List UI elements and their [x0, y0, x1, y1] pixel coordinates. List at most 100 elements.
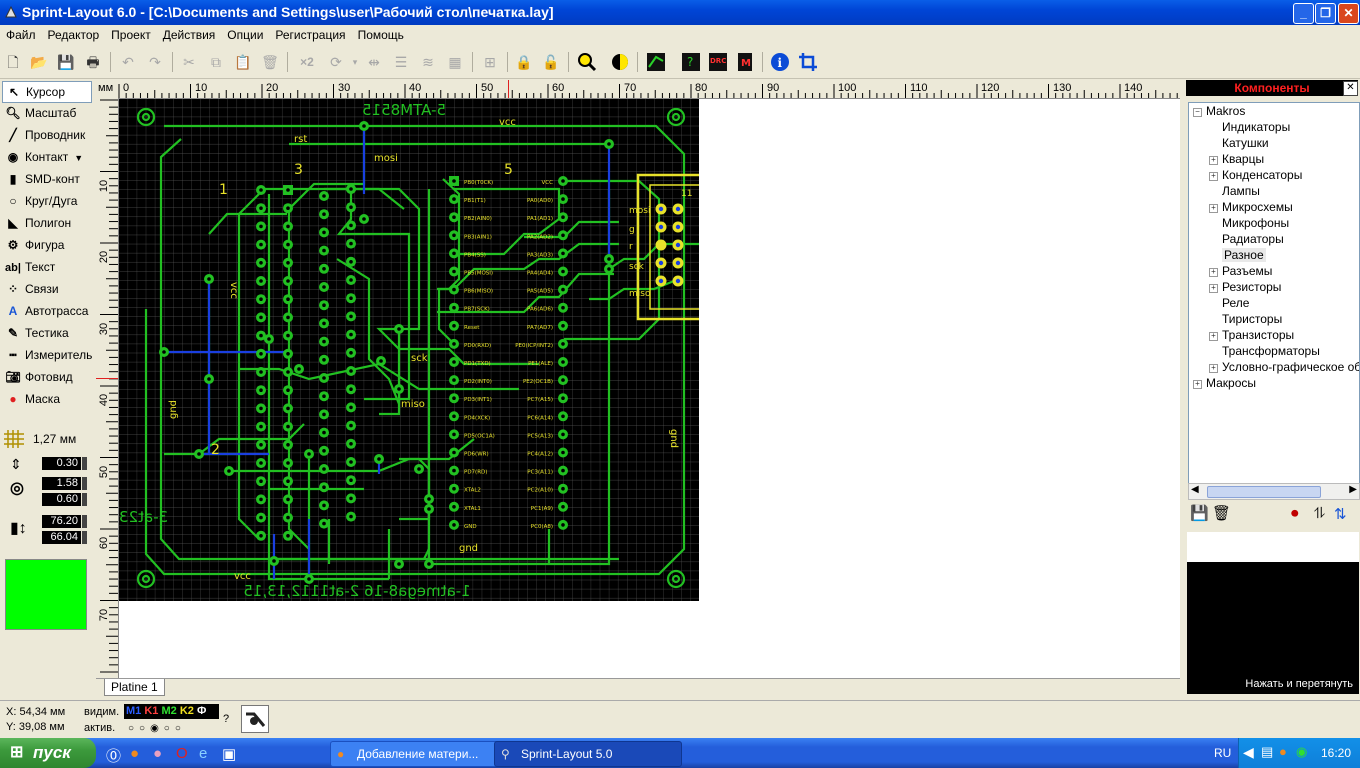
tree-expander-icon[interactable]: + — [1209, 204, 1218, 213]
tool-cursor[interactable]: ↖ Курсор — [2, 81, 92, 103]
grid-size-label[interactable]: 1,27 мм — [33, 432, 76, 446]
tool-mask[interactable]: ● Маска — [2, 389, 90, 409]
tray-arrow-icon[interactable]: ◀ — [1243, 744, 1254, 761]
tray-network-icon[interactable]: ▤ — [1261, 744, 1273, 760]
open-folder-icon[interactable]: 📂 — [29, 52, 49, 72]
macro-preview[interactable]: Нажать и перетянуть — [1187, 562, 1359, 694]
tool-test[interactable]: ✎ Тестика — [2, 323, 90, 343]
quicklaunch-desktop-icon[interactable]: ▣ — [222, 745, 236, 763]
close-button[interactable]: ✕ — [1338, 3, 1359, 24]
tree-item[interactable]: Радиаторы — [1189, 231, 1359, 247]
title-bar[interactable]: Sprint-Layout 6.0 - [C:\Documents and Se… — [0, 0, 1360, 25]
help-mark[interactable]: ? — [223, 713, 229, 725]
tool-polygon[interactable]: ◣ Полигон — [2, 213, 90, 233]
transparency-icon[interactable] — [610, 52, 630, 72]
info-icon[interactable]: i — [770, 52, 790, 72]
mirror-macro-icon[interactable]: ⥮ — [1314, 505, 1325, 522]
tray-app-icon[interactable]: ◉ — [1296, 744, 1307, 760]
active-layer-radios[interactable]: ○○◉○○ — [128, 723, 186, 734]
scroll-left-icon[interactable]: ◀ — [1191, 484, 1199, 495]
chevron-down-icon[interactable]: ▼ — [74, 153, 83, 163]
size-y-field[interactable]: 66.04 — [42, 531, 81, 544]
delete-macro-icon[interactable]: 🗑 — [1212, 504, 1231, 522]
tree-item[interactable]: Лампы — [1189, 183, 1359, 199]
copy-icon[interactable]: ⧉ — [206, 52, 226, 72]
rotate-dropdown-icon[interactable]: ▾ — [345, 52, 365, 72]
crop-icon[interactable] — [798, 52, 818, 72]
tool-circle[interactable]: ○ Круг/Дуга — [2, 191, 90, 211]
track-width-field[interactable]: 0.30 — [42, 457, 81, 470]
tree-item[interactable]: + Кварцы — [1189, 151, 1359, 167]
tree-item[interactable]: Микрофоны — [1189, 215, 1359, 231]
menu-edit[interactable]: Редактор — [42, 25, 106, 42]
layer-m2[interactable]: M2 — [161, 705, 176, 717]
tool-measure[interactable]: ┅ Измеритель — [2, 345, 92, 365]
scroll-right-icon[interactable]: ▶ — [1349, 484, 1357, 495]
swap-icon[interactable]: ⇅ — [1334, 505, 1347, 523]
task-sprint-layout[interactable]: ⚲ Sprint-Layout 5.0 — [494, 741, 682, 767]
tree-item[interactable]: + Микросхемы — [1189, 199, 1359, 215]
tree-item[interactable]: + Макросы — [1189, 375, 1359, 391]
drc-help-icon[interactable]: ? — [681, 52, 701, 72]
size-x-spinner[interactable] — [82, 515, 87, 528]
quicklaunch-ie-icon[interactable]: e — [199, 745, 207, 762]
tool-photoview[interactable]: 📷︎ Фотовид — [2, 367, 90, 387]
align-icon[interactable]: ☰ — [391, 52, 411, 72]
cut-icon[interactable]: ✂ — [179, 52, 199, 72]
tree-expander-icon[interactable]: + — [1209, 364, 1218, 373]
layers-icon[interactable]: ⊞ — [480, 52, 500, 72]
pcb-canvas[interactable]: PB0(T0CK) PB1(T1) PB2(AIN0) PB3(AIN1) PB4(SS… — [119, 99, 699, 601]
layer-k1[interactable]: K1 — [144, 705, 158, 717]
macro-icon[interactable]: M — [735, 52, 755, 72]
tree-item[interactable]: Трансформаторы — [1189, 343, 1359, 359]
tree-item[interactable]: + Резисторы — [1189, 279, 1359, 295]
autoroute-toolbar-icon[interactable] — [646, 52, 666, 72]
menu-actions[interactable]: Действия — [157, 25, 222, 42]
start-button[interactable]: ⊞ пуск — [0, 738, 96, 768]
track-width-spinner[interactable] — [82, 457, 87, 470]
tree-expander-icon[interactable]: + — [1209, 156, 1218, 165]
tree-expander-icon[interactable]: + — [1193, 380, 1202, 389]
delete-icon[interactable]: 🗑 — [260, 52, 280, 72]
tree-item[interactable]: Катушки — [1189, 135, 1359, 151]
pcb-board[interactable]: PB0(T0CK) PB1(T1) PB2(AIN0) PB3(AIN1) PB4(SS… — [119, 99, 699, 601]
language-indicator[interactable]: RU — [1214, 746, 1231, 760]
tree-item[interactable]: Разное — [1189, 247, 1359, 263]
quicklaunch-utorrent-icon[interactable]: ⓪ — [106, 745, 121, 766]
tree-item[interactable]: + Конденсаторы — [1189, 167, 1359, 183]
menu-file[interactable]: Файл — [0, 25, 42, 42]
tray-firefox-icon[interactable]: ● — [1279, 744, 1287, 759]
tree-expander-icon[interactable]: + — [1209, 284, 1218, 293]
tool-smd[interactable]: ▮ SMD-конт — [2, 169, 90, 189]
layer-color-swatch[interactable] — [5, 559, 87, 630]
menu-help[interactable]: Помощь — [352, 25, 410, 42]
components-close-button[interactable]: ✕ — [1343, 81, 1358, 96]
redo-icon[interactable]: ↷ — [145, 52, 165, 72]
pad-inner-spinner[interactable] — [82, 493, 87, 506]
lock-icon[interactable]: 🔒 — [514, 52, 534, 72]
distribute-icon[interactable]: ≋ — [418, 52, 438, 72]
unlock-icon[interactable]: 🔓 — [541, 52, 561, 72]
new-file-icon[interactable]: 🗋 — [3, 52, 23, 72]
tree-expander-icon[interactable]: + — [1209, 172, 1218, 181]
tree-item[interactable]: + Разъемы — [1189, 263, 1359, 279]
mirror-icon[interactable]: ⇹ — [364, 52, 384, 72]
pad-outer-field[interactable]: 1.58 — [42, 477, 81, 490]
scrollbar-thumb[interactable] — [1207, 486, 1321, 498]
paste-icon[interactable]: 📋 — [233, 52, 253, 72]
group-icon[interactable]: ▦ — [445, 52, 465, 72]
size-y-spinner[interactable] — [82, 531, 87, 544]
print-icon[interactable]: 🖶 — [83, 52, 103, 72]
menu-options[interactable]: Опции — [221, 25, 269, 42]
task-firefox[interactable]: ● Добавление матери... — [330, 741, 518, 767]
menu-project[interactable]: Проект — [105, 25, 157, 42]
tab-platine-1[interactable]: Platine 1 — [104, 679, 165, 696]
duplicate-icon[interactable]: ×2 — [295, 52, 319, 72]
tool-autoroute[interactable]: A Автотрасса — [2, 301, 90, 321]
quicklaunch-opera-icon[interactable]: O — [176, 745, 188, 762]
components-tree[interactable]: − Makros Индикаторы Катушки + Кварцы + Конденса… — [1188, 102, 1360, 484]
tree-item[interactable]: + Транзисторы — [1189, 327, 1359, 343]
tree-item[interactable]: − Makros — [1189, 103, 1359, 119]
tree-horizontal-scrollbar[interactable]: ◀ ▶ — [1188, 483, 1360, 500]
quicklaunch-firefox-icon[interactable]: ● — [130, 745, 139, 762]
